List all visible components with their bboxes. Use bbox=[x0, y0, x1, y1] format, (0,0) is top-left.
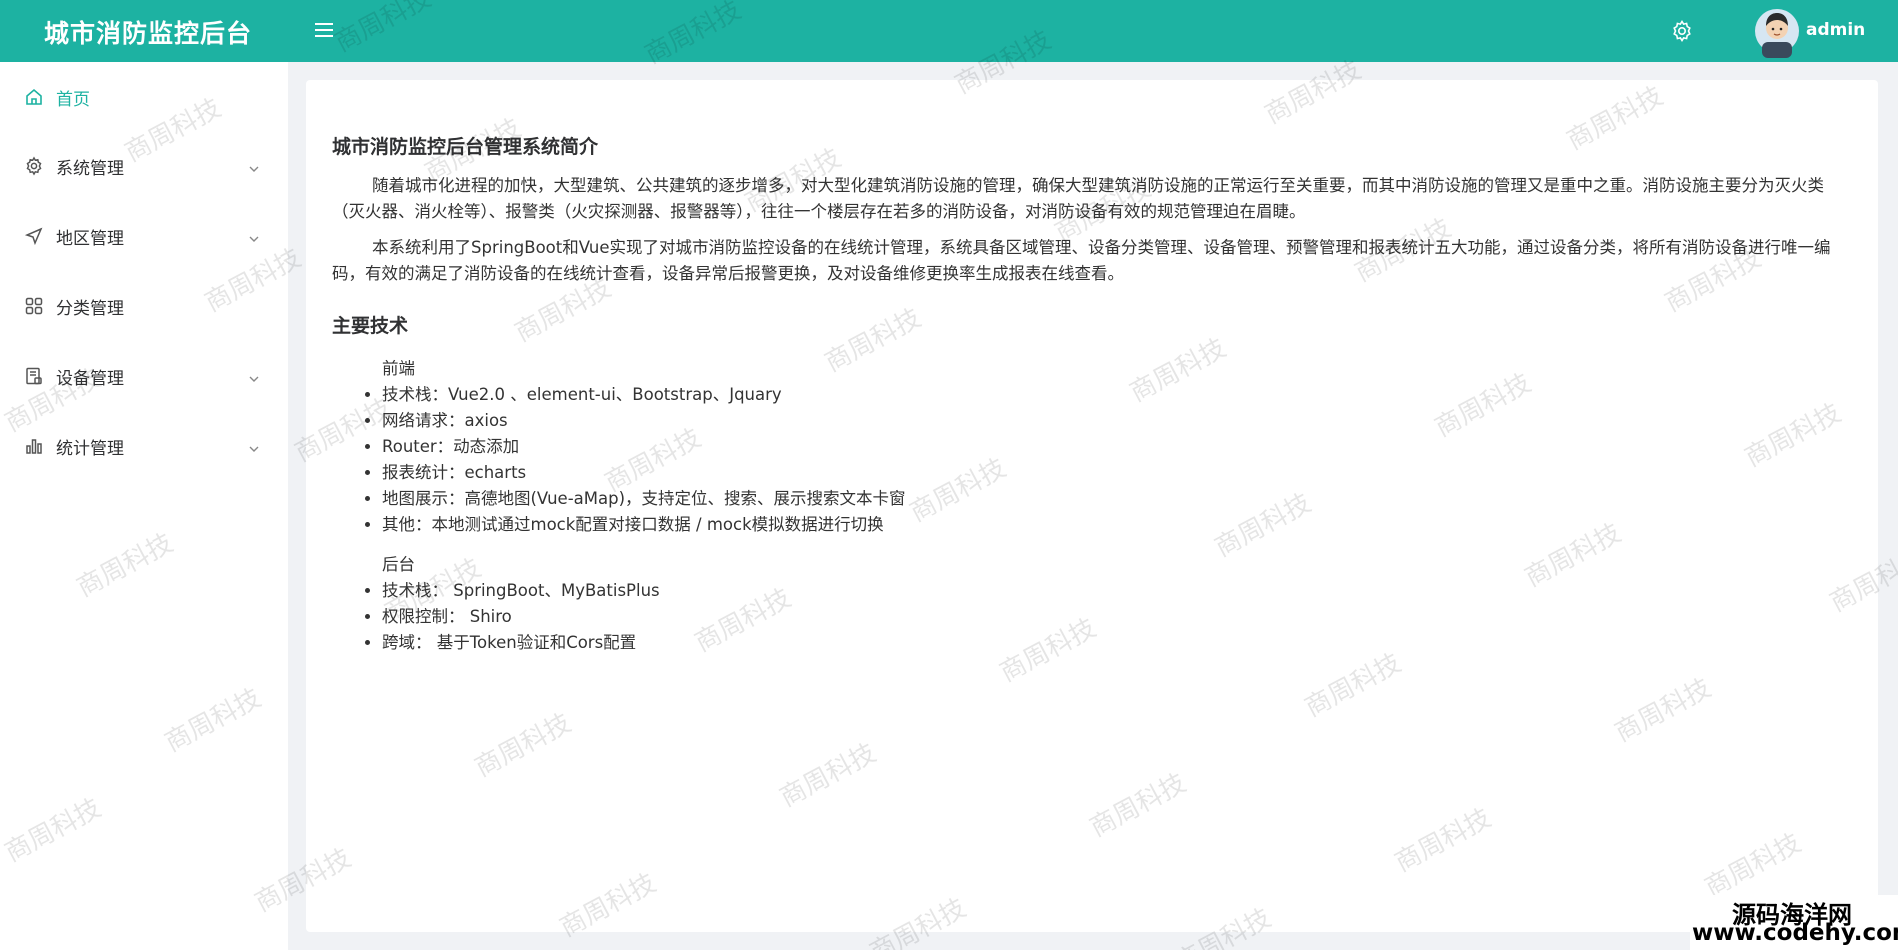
gear-icon[interactable] bbox=[1670, 19, 1694, 43]
list-item: 技术栈： SpringBoot、MyBatisPlus bbox=[382, 578, 1852, 604]
intro-content: 城市消防监控后台管理系统简介 随着城市化进程的加快，大型建筑、公共建筑的逐步增多… bbox=[332, 132, 1852, 656]
sidebar-item-region[interactable]: 地区管理 bbox=[0, 205, 288, 267]
user-avatar[interactable] bbox=[1754, 4, 1800, 58]
list-item: Router：动态添加 bbox=[382, 434, 1852, 460]
grid-icon bbox=[24, 296, 44, 316]
list-item: 跨域： 基于Token验证和Cors配置 bbox=[382, 630, 1852, 656]
sidebar-item-category[interactable]: 分类管理 bbox=[0, 275, 288, 337]
brand-line2: www.codehy.com bbox=[1692, 920, 1898, 946]
sidebar-item-label: 系统管理 bbox=[56, 159, 124, 179]
top-header: 城市消防监控后台 admin bbox=[0, 0, 1898, 62]
sidebar-item-label: 分类管理 bbox=[56, 299, 124, 319]
sidebar-item-home[interactable]: 首页 bbox=[0, 66, 288, 128]
bar-chart-icon bbox=[24, 436, 44, 456]
sidebar-item-label: 首页 bbox=[56, 90, 90, 110]
frontend-list: 技术栈：Vue2.0 、element-ui、Bootstrap、Jquary … bbox=[382, 382, 1852, 538]
chevron-down-icon bbox=[248, 160, 260, 172]
gear-icon bbox=[24, 156, 44, 176]
list-item: 权限控制： Shiro bbox=[382, 604, 1852, 630]
list-item: 技术栈：Vue2.0 、element-ui、Bootstrap、Jquary bbox=[382, 382, 1852, 408]
sidebar-item-label: 地区管理 bbox=[56, 229, 124, 249]
corner-brand: 源码海洋网 www.codehy.com bbox=[1690, 895, 1898, 950]
frontend-label: 前端 bbox=[382, 359, 415, 378]
device-icon bbox=[24, 366, 44, 386]
list-item: 网络请求：axios bbox=[382, 408, 1852, 434]
sidebar-item-device[interactable]: 设备管理 bbox=[0, 345, 288, 407]
backend-label: 后台 bbox=[382, 555, 415, 574]
chevron-down-icon bbox=[248, 370, 260, 382]
backend-list: 技术栈： SpringBoot、MyBatisPlus 权限控制： Shiro … bbox=[382, 578, 1852, 656]
intro-paragraph: 随着城市化进程的加快，大型建筑、公共建筑的逐步增多，对大型化建筑消防设施的管理，… bbox=[332, 176, 1824, 221]
sidebar-nav: 首页 系统管理 地区管理 分类管理 设备管理 统计管理 bbox=[0, 62, 288, 950]
sidebar-item-label: 设备管理 bbox=[56, 369, 124, 389]
intro-paragraph: 本系统利用了SpringBoot和Vue实现了对城市消防监控设备的在线统计管理，… bbox=[332, 238, 1831, 283]
sidebar-item-system[interactable]: 系统管理 bbox=[0, 135, 288, 197]
send-icon bbox=[24, 226, 44, 246]
list-item: 其他：本地测试通过mock配置对接口数据 / mock模拟数据进行切换 bbox=[382, 512, 1852, 538]
home-icon bbox=[24, 87, 44, 107]
main-panel: 城市消防监控后台管理系统简介 随着城市化进程的加快，大型建筑、公共建筑的逐步增多… bbox=[306, 80, 1878, 932]
list-item: 地图展示：高德地图(Vue-aMap)，支持定位、搜索、展示搜索文本卡窗 bbox=[382, 486, 1852, 512]
hamburger-icon[interactable] bbox=[312, 18, 336, 42]
chevron-down-icon bbox=[248, 230, 260, 242]
sidebar-item-statistics[interactable]: 统计管理 bbox=[0, 415, 288, 477]
chevron-down-icon bbox=[248, 440, 260, 452]
intro-title: 城市消防监控后台管理系统简介 bbox=[332, 136, 599, 158]
list-item: 报表统计：echarts bbox=[382, 460, 1852, 486]
tech-title: 主要技术 bbox=[332, 315, 409, 337]
sidebar-item-label: 统计管理 bbox=[56, 439, 124, 459]
app-title: 城市消防监控后台 bbox=[44, 19, 253, 48]
username[interactable]: admin bbox=[1806, 20, 1865, 40]
